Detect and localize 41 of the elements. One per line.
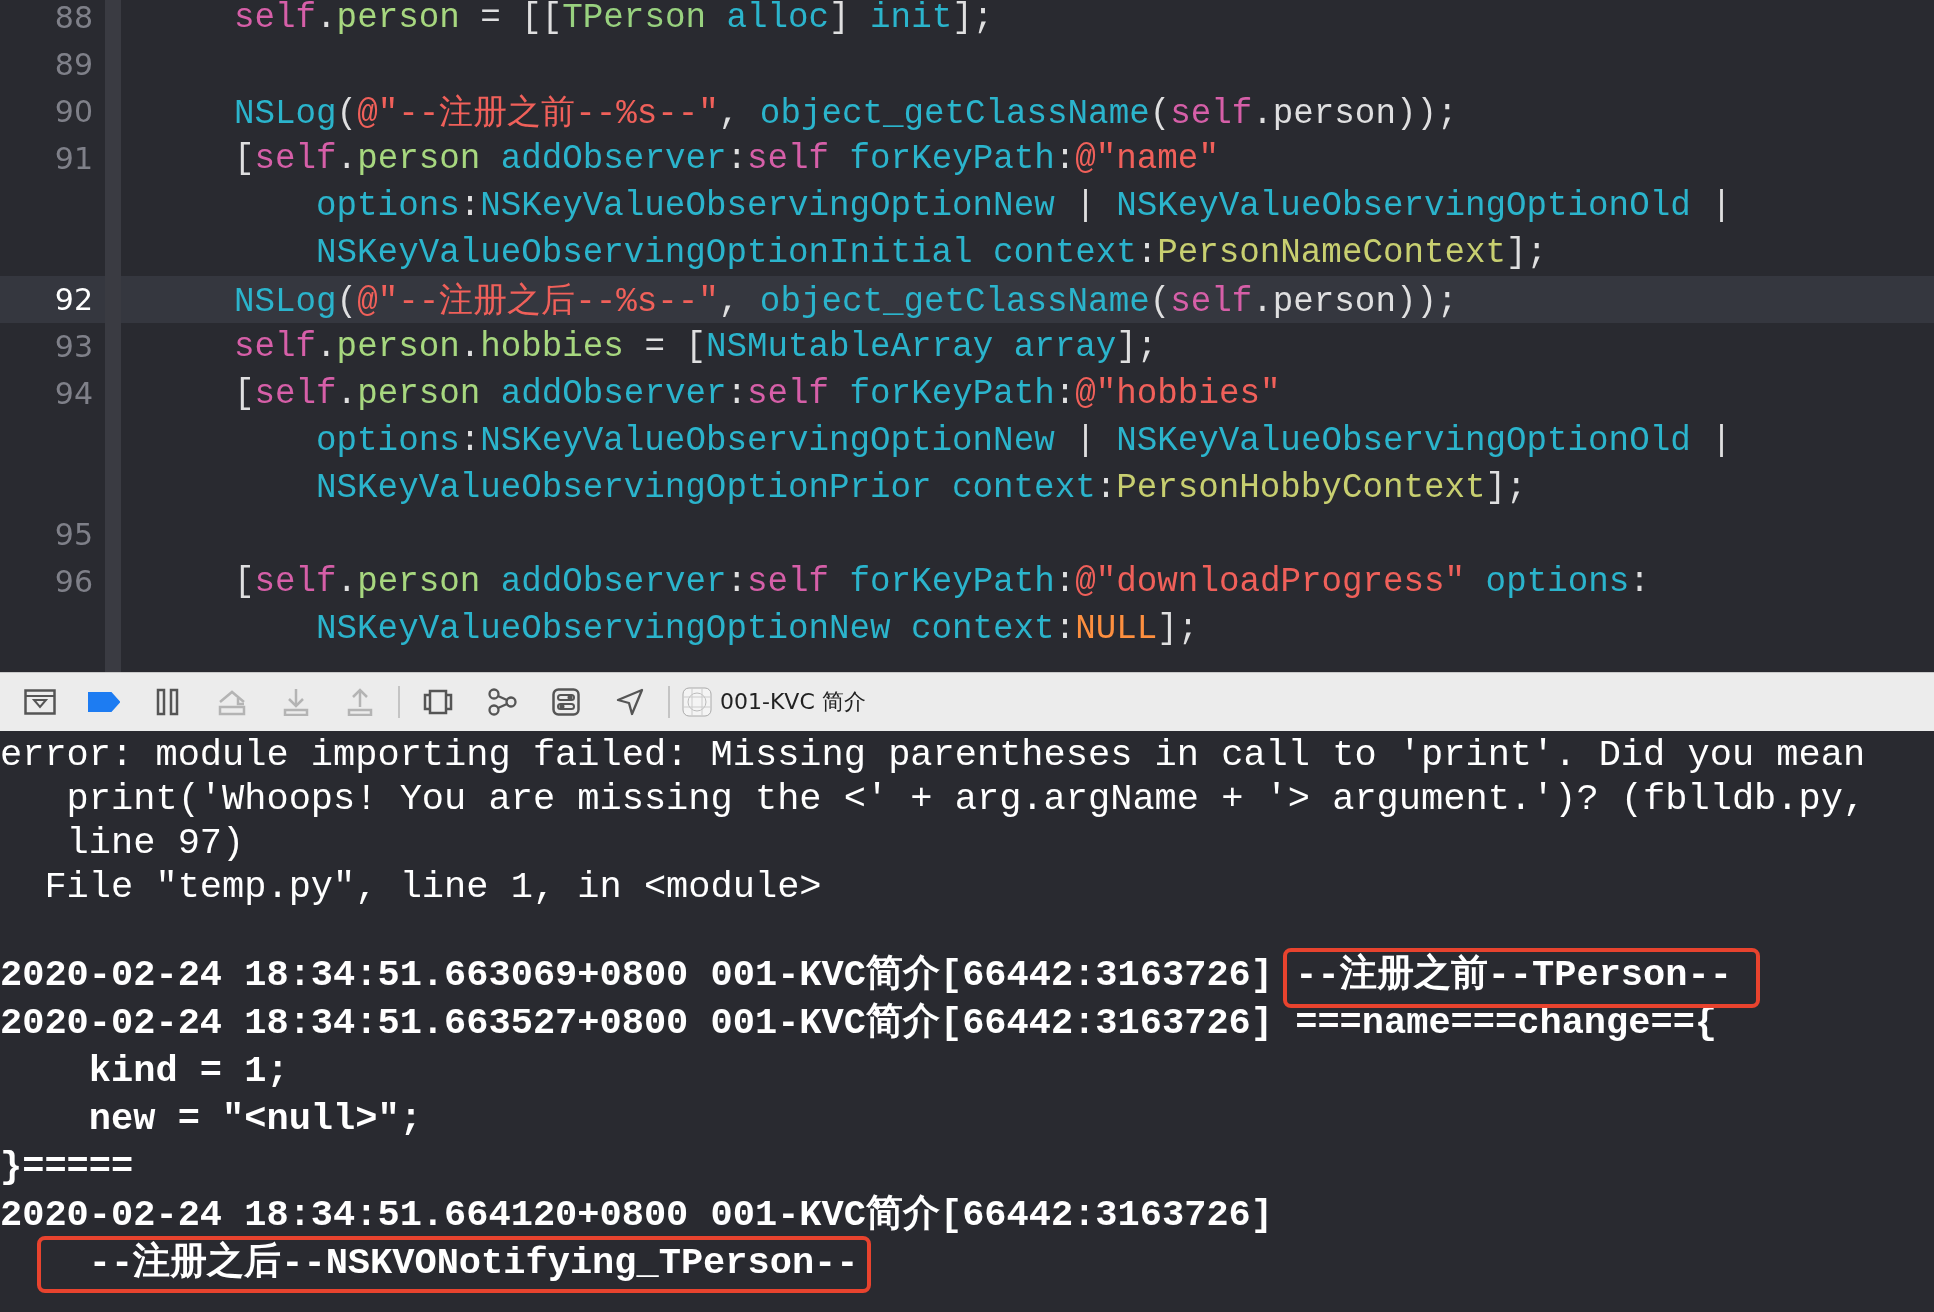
code-line: NSKeyValueObservingOptionNew context:NULL]; bbox=[315, 609, 1199, 648]
log-line: 2020-02-24 18:34:51.664120+0800 001-KVC简介[66442:3163726] bbox=[0, 1194, 1273, 1236]
view-layers-icon[interactable] bbox=[423, 689, 453, 715]
code-line: NSKeyValueObservingOptionPrior context:PersonHobbyContext]; bbox=[315, 468, 1527, 507]
code-line: NSLog(@"--注册之前--%s--", object_getClassName(self.person)); bbox=[233, 93, 1458, 135]
graph-nodes-icon[interactable] bbox=[487, 688, 517, 716]
code-line: [self.person addObserver:self forKeyPath:@"hobbies" bbox=[233, 374, 1281, 413]
scheme-label[interactable]: 001-KVC 简介 bbox=[720, 687, 866, 717]
error-text: print('Whoops! You are missing the <' + arg.argName + '> argument.')? (fblldb.py, bbox=[65, 778, 1866, 820]
line-number: 96 bbox=[54, 564, 93, 599]
line-number: 95 bbox=[54, 517, 93, 552]
line-number: 93 bbox=[54, 329, 93, 364]
log-prefix: 2020-02-24 18:34:51.663069+0800 001-KVC简介[66442:3163726] bbox=[0, 954, 1273, 996]
line-number: 89 bbox=[54, 47, 93, 82]
console-toggle-icon[interactable] bbox=[24, 689, 56, 715]
log-message: --注册之前--TPerson-- bbox=[1295, 954, 1732, 996]
line-number: 88 bbox=[54, 0, 93, 35]
code-line: [self.person addObserver:self forKeyPath:@"name" bbox=[233, 139, 1219, 178]
code-line: NSLog(@"--注册之后--%s--", object_getClassName(self.person)); bbox=[233, 281, 1458, 323]
toggles-icon[interactable] bbox=[552, 688, 580, 716]
location-arrow-icon[interactable] bbox=[616, 688, 644, 716]
line-number: 90 bbox=[54, 94, 93, 129]
code-line: options:NSKeyValueObservingOptionNew | NSKeyValueObservingOptionOld | bbox=[315, 186, 1732, 225]
log-line: new = "<null>"; bbox=[87, 1098, 422, 1140]
error-text: File "temp.py", line 1, in <module> bbox=[43, 866, 822, 908]
breakpoint-icon[interactable] bbox=[88, 692, 120, 712]
log-line: kind = 1; bbox=[87, 1050, 289, 1092]
pause-icon[interactable] bbox=[156, 688, 180, 716]
code-line: self.person = [[TPerson alloc] init]; bbox=[233, 0, 994, 37]
code-line: [self.person addObserver:self forKeyPath:@"downloadProgress" options: bbox=[233, 562, 1650, 601]
line-number: 94 bbox=[54, 376, 93, 411]
log-message: --注册之后--NSKVONotifying_TPerson-- bbox=[88, 1242, 859, 1284]
error-text: line 97) bbox=[65, 822, 245, 864]
line-number: 92 bbox=[54, 282, 93, 317]
line-number: 91 bbox=[54, 141, 93, 176]
log-line: }===== bbox=[0, 1146, 134, 1188]
log-line: 2020-02-24 18:34:51.663527+0800 001-KVC简介[66442:3163726] ===name===change=={ bbox=[0, 1002, 1718, 1044]
error-text: error: module importing failed: Missing parentheses in call to 'print'. Did you mean bbox=[0, 734, 1866, 776]
code-line: NSKeyValueObservingOptionInitial context:PersonNameContext]; bbox=[315, 233, 1548, 272]
code-line: self.person.hobbies = [NSMutableArray array]; bbox=[233, 327, 1158, 366]
code-line: options:NSKeyValueObservingOptionNew | NSKeyValueObservingOptionOld | bbox=[315, 421, 1732, 460]
